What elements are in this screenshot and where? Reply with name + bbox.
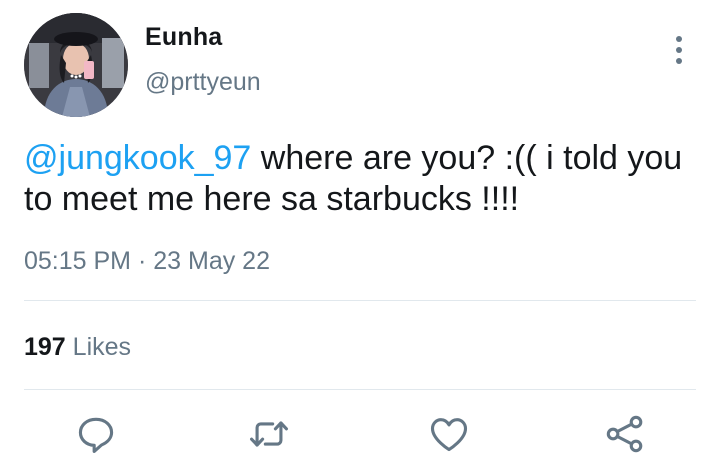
divider — [24, 389, 696, 390]
user-handle[interactable]: @prttyeun — [145, 68, 261, 97]
timestamp[interactable]: 05:15 PM · 23 May 22 — [24, 247, 270, 276]
share-icon — [606, 415, 643, 453]
retweet-button[interactable] — [247, 412, 291, 456]
tweet-text: @jungkook_97 where are you? :(( i told y… — [24, 138, 696, 220]
likes-stat[interactable]: 197 Likes — [24, 333, 131, 362]
like-button[interactable] — [427, 412, 471, 456]
tweet-date: 23 May 22 — [153, 247, 270, 275]
reply-button[interactable] — [74, 412, 118, 456]
heart-icon — [430, 418, 468, 452]
avatar[interactable] — [24, 13, 128, 117]
likes-count: 197 — [24, 333, 66, 361]
share-button[interactable] — [603, 412, 647, 456]
timestamp-separator: · — [131, 247, 154, 275]
display-name[interactable]: Eunha — [145, 23, 222, 52]
mention-link[interactable]: @jungkook_97 — [24, 139, 251, 177]
more-vertical-icon[interactable] — [668, 32, 690, 68]
reply-icon — [78, 417, 114, 453]
tweet-time: 05:15 PM — [24, 247, 132, 275]
likes-label: Likes — [65, 333, 132, 361]
divider — [24, 300, 696, 301]
retweet-icon — [250, 421, 288, 447]
tweet-card: Eunha @prttyeun @jungkook_97 where are y… — [0, 0, 720, 475]
avatar-photo — [24, 13, 128, 117]
